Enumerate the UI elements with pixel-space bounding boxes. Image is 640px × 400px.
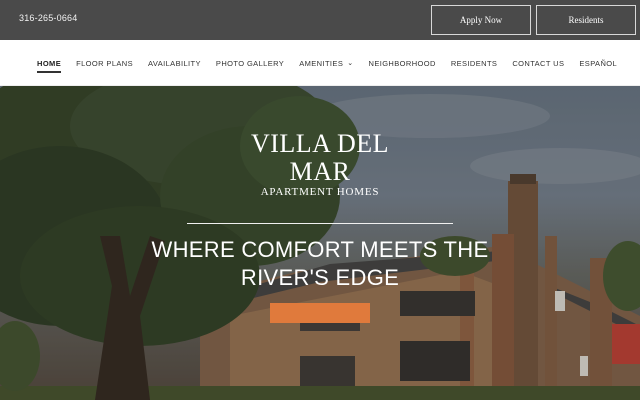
hero-cta-button[interactable] — [270, 303, 370, 323]
nav-item-espanol[interactable]: ESPAÑOL — [579, 59, 617, 68]
main-nav: HOME FLOOR PLANS AVAILABILITY PHOTO GALL… — [0, 40, 640, 86]
nav-item-amenities[interactable]: AMENITIES ⌄ — [299, 59, 353, 68]
brand-name-line1: VILLA DEL — [250, 129, 390, 158]
hero-divider — [187, 223, 453, 224]
brand-subtitle: APARTMENT HOMES — [260, 186, 380, 198]
nav-item-residents[interactable]: RESIDENTS — [451, 59, 498, 68]
brand-name-line2: MAR — [289, 157, 351, 186]
nav-item-floor-plans[interactable]: FLOOR PLANS — [76, 59, 133, 68]
nav-item-amenities-label: AMENITIES — [299, 58, 344, 68]
phone-number[interactable]: 316-265-0664 — [19, 13, 77, 23]
nav-item-photo-gallery[interactable]: PHOTO GALLERY — [216, 59, 284, 68]
nav-item-contact-us[interactable]: CONTACT US — [512, 59, 564, 68]
brand-logo: VILLA DEL MAR APARTMENT HOMES — [200, 129, 440, 199]
apply-now-button[interactable]: Apply Now — [431, 5, 531, 35]
nav-item-home[interactable]: HOME — [37, 59, 62, 73]
nav-item-availability[interactable]: AVAILABILITY — [148, 59, 201, 68]
nav-item-neighborhood[interactable]: NEIGHBORHOOD — [369, 59, 436, 68]
chevron-down-icon: ⌄ — [347, 59, 354, 67]
top-bar: 316-265-0664 Apply Now Residents — [0, 0, 640, 40]
residents-button[interactable]: Residents — [536, 5, 636, 35]
hero-tagline: WHERE COMFORT MEETS THE RIVER'S EDGE — [151, 237, 489, 290]
